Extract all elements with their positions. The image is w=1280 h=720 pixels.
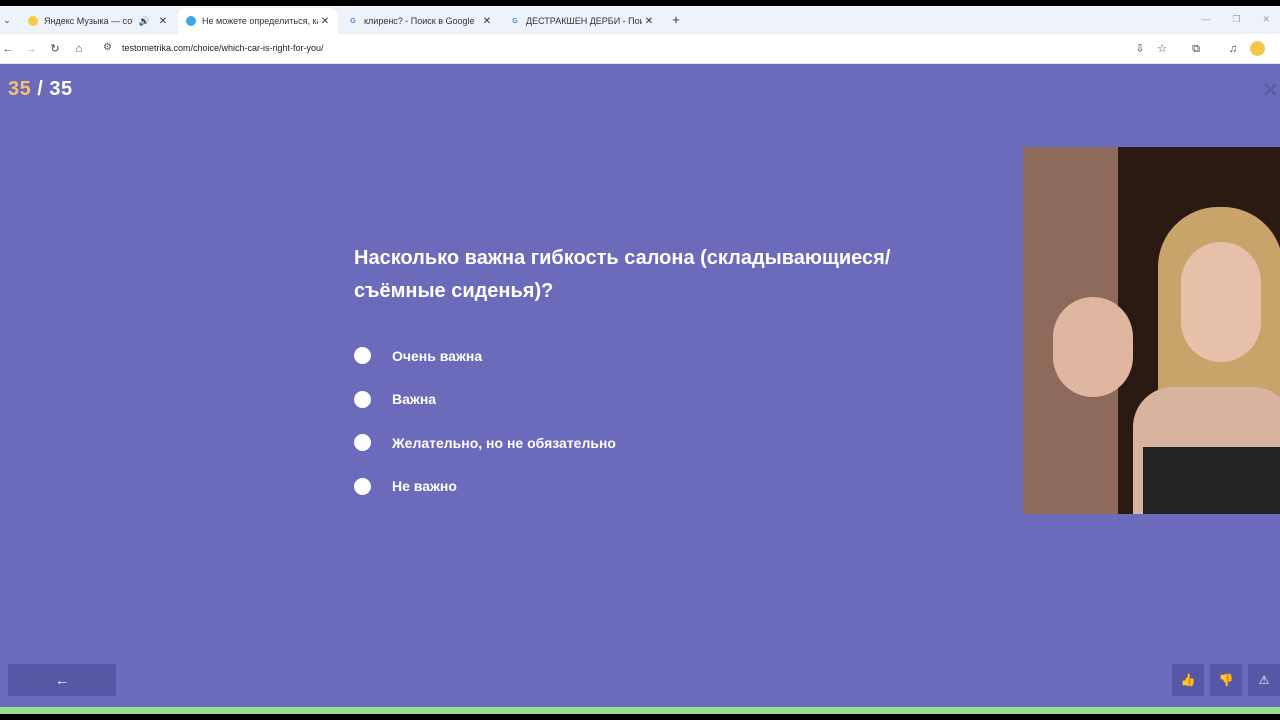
home-icon[interactable]: ⌂ <box>71 41 87 57</box>
answer-option[interactable]: Важна <box>354 378 616 422</box>
restore-icon[interactable]: ❐ <box>1232 14 1240 25</box>
like-button[interactable]: 👍 <box>1172 664 1204 696</box>
new-tab-plus-icon[interactable]: + <box>668 12 684 28</box>
extensions-icon[interactable]: ⧉ <box>1188 41 1204 57</box>
minimize-icon[interactable]: — <box>1201 14 1210 25</box>
forward-arrow-icon[interactable]: → <box>23 41 39 57</box>
yandex-music-icon <box>28 16 38 26</box>
tab-yandex-music[interactable]: Яндекс Музыка — собирае 🔊 ✕ <box>20 8 176 34</box>
total-questions: 35 <box>49 78 73 100</box>
current-question-number: 35 <box>8 78 32 100</box>
speaker-icon[interactable]: 🔊 <box>139 16 150 27</box>
media-control-icon[interactable]: ♫ <box>1225 41 1241 57</box>
tab-title: Яндекс Музыка — собирае <box>44 16 133 26</box>
close-tab-icon[interactable]: ✕ <box>480 16 494 27</box>
radio-button[interactable] <box>354 434 371 452</box>
dislike-button[interactable]: 👎 <box>1210 664 1242 696</box>
answer-option[interactable]: Не важно <box>354 465 616 509</box>
thumbs-up-icon: 👍 <box>1180 673 1196 687</box>
quiz-progress-bar <box>0 707 1280 714</box>
profile-avatar[interactable] <box>1250 41 1265 56</box>
radio-button[interactable] <box>354 347 371 365</box>
thumbs-down-icon: 👎 <box>1218 673 1234 687</box>
answer-options: Очень важна Важна Желательно, но не обяз… <box>354 334 616 508</box>
tab-title: клиренс? - Поиск в Google <box>364 16 475 26</box>
back-arrow-icon[interactable]: ← <box>0 41 16 57</box>
webcam-person-face <box>1181 242 1261 362</box>
quiz-progress-fill <box>0 707 1280 714</box>
previous-question-button[interactable]: ← <box>8 664 116 696</box>
close-window-icon[interactable]: ✕ <box>1262 14 1270 25</box>
tab-title: Не можете определиться, как <box>202 16 318 26</box>
site-settings-icon[interactable]: ⚙ <box>103 42 115 54</box>
question-text: Насколько важна гибкость салона (складыв… <box>354 247 891 302</box>
answer-label: Не важно <box>392 478 457 495</box>
question-counter: 35 / 35 <box>8 78 73 101</box>
screen-bottom-edge <box>0 714 1280 720</box>
warning-icon: ⚠ <box>1258 673 1270 687</box>
answer-label: Желательно, но не обязательно <box>392 434 616 451</box>
reload-icon[interactable]: ↻ <box>47 41 63 57</box>
webcam-person-hand <box>1053 297 1133 397</box>
answer-option[interactable]: Очень важна <box>354 334 616 378</box>
report-button[interactable]: ⚠ <box>1248 664 1280 696</box>
bookmark-star-icon[interactable]: ☆ <box>1154 41 1170 57</box>
install-app-icon[interactable]: ⇩ <box>1132 41 1148 57</box>
radio-button[interactable] <box>354 477 371 495</box>
tab-google-search-2[interactable]: G ДЕСТРАКШЕН ДЕРБИ - Поиск ✕ <box>502 8 662 34</box>
tab-testometrika[interactable]: Не можете определиться, как ✕ <box>178 8 338 34</box>
tab-title: ДЕСТРАКШЕН ДЕРБИ - Поиск <box>526 16 642 26</box>
address-bar-url[interactable]: testometrika.com/choice/which-car-is-rig… <box>122 43 324 53</box>
browser-tab-bar: ⌄ Яндекс Музыка — собирае 🔊 ✕ Не можете … <box>0 6 1280 34</box>
tab-search-chevron-icon[interactable]: ⌄ <box>0 12 14 28</box>
radio-button[interactable] <box>354 390 371 408</box>
answer-label: Важна <box>392 391 437 408</box>
webcam-overlay <box>1023 147 1280 514</box>
close-tab-icon[interactable]: ✕ <box>156 16 170 27</box>
tab-google-search-1[interactable]: G клиренс? - Поиск в Google ✕ <box>340 8 500 34</box>
google-icon: G <box>350 17 356 25</box>
answer-option[interactable]: Желательно, но не обязательно <box>354 421 616 465</box>
counter-separator: / <box>31 78 50 100</box>
arrow-left-icon: ← <box>55 672 69 688</box>
answer-label: Очень важна <box>392 347 483 364</box>
webcam-person-clothing <box>1143 447 1280 514</box>
close-quiz-icon[interactable]: ✕ <box>1262 78 1279 103</box>
testometrika-icon <box>186 16 196 26</box>
close-tab-icon[interactable]: ✕ <box>318 16 332 27</box>
quiz-page: 35 / 35 ✕ Насколько важна гибкость салон… <box>0 64 1280 707</box>
browser-toolbar: ← → ↻ ⌂ ⚙ testometrika.com/choice/which-… <box>0 34 1280 64</box>
google-icon: G <box>512 17 518 25</box>
close-tab-icon[interactable]: ✕ <box>642 16 656 27</box>
window-controls: — ❐ ✕ <box>1201 14 1270 25</box>
